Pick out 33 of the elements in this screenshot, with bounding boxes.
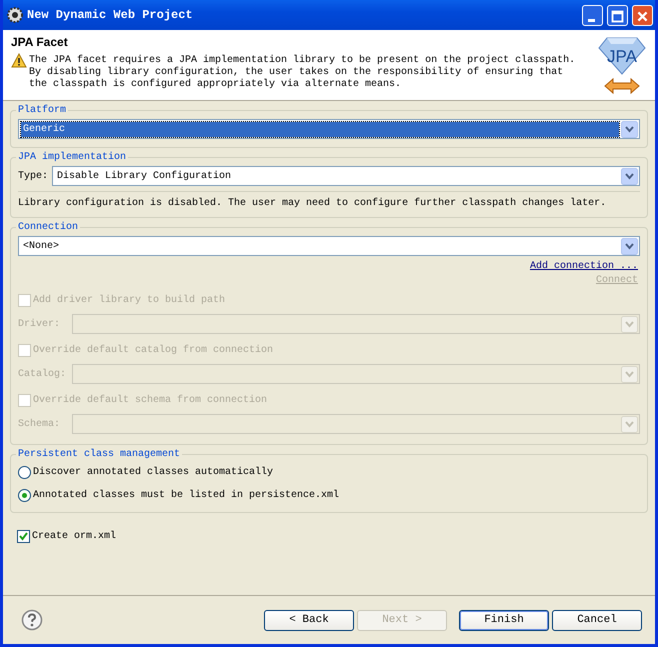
warning-icon — [11, 53, 27, 68]
radio-button[interactable] — [18, 488, 31, 502]
window-title: New Dynamic Web Project — [27, 8, 193, 22]
help-icon[interactable] — [21, 609, 43, 631]
dialog-button[interactable]: Cancel — [552, 610, 642, 630]
create-orm-checkbox[interactable]: Create orm.xml — [17, 527, 648, 545]
library-note: Library configuration is disabled. The user may need to configure further classpath changes later. — [18, 191, 640, 209]
checkmark-icon — [19, 532, 28, 540]
maximize-button[interactable] — [607, 4, 628, 26]
gear-icon — [7, 7, 23, 23]
option-radio[interactable]: Discover annotated classes automatically — [18, 463, 640, 481]
type-label: Type: — [18, 170, 48, 182]
type-dropdown[interactable]: Disable Library Configuration — [52, 166, 640, 186]
field-label: Schema: — [18, 418, 62, 430]
connection-dropdown[interactable]: <None> — [18, 236, 640, 256]
platform-dropdown[interactable]: Generic — [18, 119, 640, 139]
group-label: Connection — [17, 222, 80, 233]
option-radio[interactable]: Annotated classes must be listed in persistence.xml — [18, 486, 640, 504]
group-label: Persistent class management — [17, 449, 182, 460]
dialog-button[interactable]: < Back — [264, 610, 354, 630]
minimize-icon — [588, 18, 595, 22]
page-title: JPA Facet — [11, 35, 69, 49]
checkbox[interactable] — [17, 530, 30, 542]
dialog-button[interactable]: Finish — [459, 610, 549, 630]
group-label: Platform — [17, 105, 68, 116]
field-label: Driver: — [18, 318, 62, 330]
warning-message: The JPA facet requires a JPA implementation library to be present on the project classpath. By disabling library configuration, the user takes on the responsibility of ensuring that the classpath is configured appropriately via alternate means. — [29, 55, 576, 91]
group-label: JPA implementation — [17, 152, 128, 163]
add-connection-link[interactable]: Add connection ... — [530, 261, 638, 272]
field-label: Catalog: — [18, 368, 68, 380]
close-button[interactable] — [632, 4, 653, 26]
radio-button[interactable] — [18, 466, 31, 478]
minimize-button[interactable] — [582, 4, 603, 26]
